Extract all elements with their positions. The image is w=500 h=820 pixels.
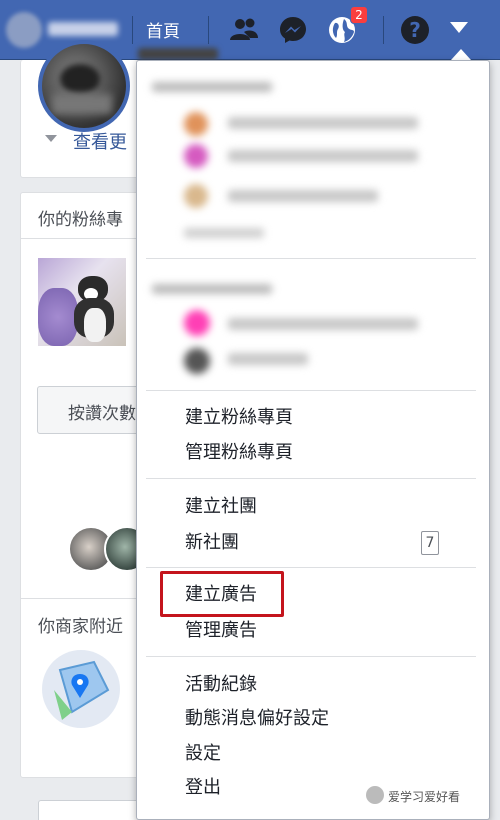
create-ad-highlight-box [160,571,284,617]
divider [20,238,140,239]
fan-page-cover-image[interactable] [38,258,126,346]
nav-divider [383,16,384,44]
menu-separator [146,656,476,657]
svg-text:?: ? [409,18,421,42]
profile-photo[interactable] [38,40,130,132]
new-groups-count-badge: 7 [421,531,439,555]
menu-separator [146,567,476,568]
menu-item-create-page[interactable]: 建立粉絲專頁 [185,405,293,431]
help-icon[interactable]: ? [399,14,431,46]
fan-pages-title: 你的粉絲專 [38,210,123,230]
menu-item-manage-pages[interactable]: 管理粉絲專頁 [185,440,293,466]
watermark-text: 爱学习爱好看 [388,790,461,804]
blurred-name [138,48,218,60]
menu-item-log-out[interactable]: 登出 [185,775,221,801]
menu-item-new-groups[interactable]: 新社團 [185,530,239,556]
blurred-page-icon [184,112,208,136]
menu-separator [146,258,476,259]
menu-arrow [451,49,471,60]
map-pin-icon [42,650,120,728]
profile-name-blurred[interactable] [48,22,118,36]
menu-item-settings[interactable]: 設定 [185,741,221,767]
blurred-page-icon [184,184,208,208]
see-more-chevron-icon [45,135,57,142]
account-menu-caret-icon[interactable] [450,22,468,33]
blurred-section-heading [152,82,272,92]
nearby-business-title: 你商家附近 [38,617,123,637]
menu-item-manage-ads[interactable]: 管理廣告 [185,618,257,644]
blurred-page-item[interactable] [228,150,418,162]
menu-separator [146,478,476,479]
blurred-page-icon [184,144,208,168]
menu-separator [146,390,476,391]
blurred-see-more[interactable] [184,228,264,238]
nav-divider [208,16,209,44]
blurred-group-icon [184,310,210,336]
blurred-group-item[interactable] [228,318,418,330]
menu-item-activity-log[interactable]: 活動紀錄 [185,672,257,698]
nav-divider [132,16,133,44]
menu-item-create-group[interactable]: 建立社團 [185,494,257,520]
blurred-section-heading [152,284,272,294]
messenger-icon[interactable] [277,14,309,46]
menu-item-news-feed-preferences[interactable]: 動態消息偏好設定 [185,706,329,732]
profile-avatar[interactable] [6,12,42,48]
blurred-page-item[interactable] [228,117,418,129]
divider [20,598,140,599]
home-link[interactable]: 首頁 [146,17,180,42]
blurred-page-item[interactable] [228,190,378,202]
blurred-group-icon [184,348,210,374]
friends-icon[interactable] [228,14,260,46]
blurred-group-item[interactable] [228,353,308,365]
notification-badge: 2 [350,6,368,24]
see-more-link[interactable]: 查看更 [73,128,127,154]
watermark-logo-icon [366,786,384,804]
